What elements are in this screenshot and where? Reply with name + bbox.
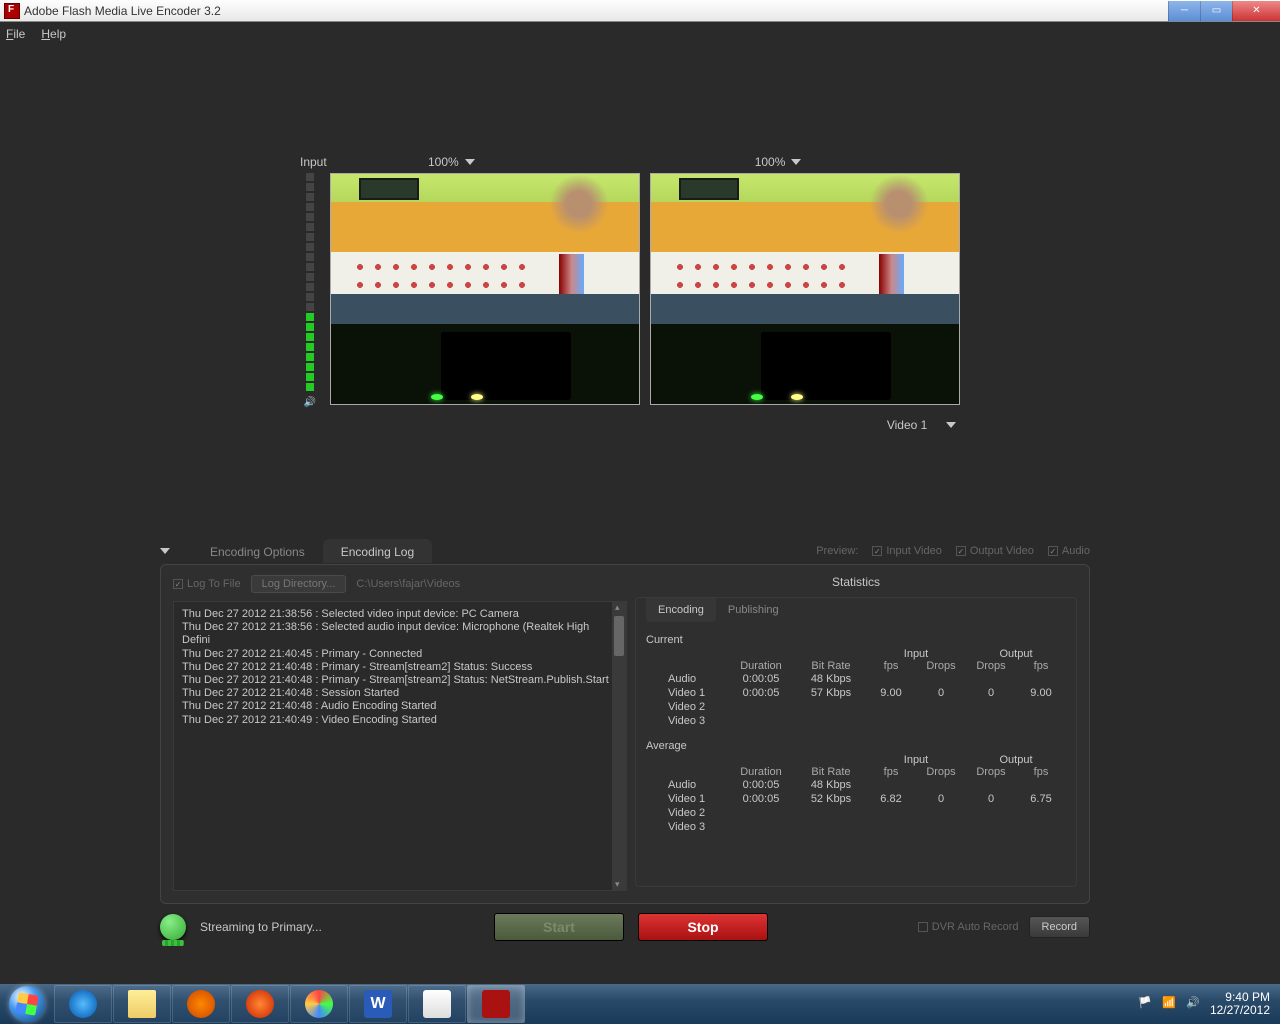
chk-audio[interactable]: ✓Audio [1048, 545, 1090, 557]
tab-encoding-options[interactable]: Encoding Options [192, 539, 323, 563]
control-bar: Streaming to Primary... Start Stop DVR A… [160, 910, 1090, 944]
tray-volume-icon[interactable]: 🔊 [1186, 996, 1202, 1012]
stats-row-avg-v2: Video 2 [646, 806, 1066, 820]
window-minimize-button[interactable]: ─ [1168, 1, 1200, 21]
stats-row-avg-v1: Video 1 0:00:0552 Kbps 6.820 06.75 [646, 792, 1066, 806]
input-zoom-select[interactable]: 100% [428, 155, 475, 169]
stats-row-avg-v3: Video 3 [646, 820, 1066, 834]
current-label: Current [646, 634, 1066, 646]
taskbar-firefox[interactable] [231, 985, 289, 1023]
taskbar-app1[interactable] [290, 985, 348, 1023]
menu-help[interactable]: Help [41, 27, 66, 41]
stats-row-current-v2: Video 2 [646, 700, 1066, 714]
taskbar-fmle[interactable] [467, 985, 525, 1023]
log-textarea[interactable]: Thu Dec 27 2012 21:38:56 : Selected vide… [173, 601, 627, 891]
log-line: Thu Dec 27 2012 21:38:56 : Selected audi… [182, 621, 618, 647]
preview-area: Input 100% 100% 🔊 [300, 155, 960, 432]
log-directory-button[interactable]: Log Directory... [251, 575, 347, 593]
speaker-icon: 🔊 [304, 397, 316, 408]
tray-flag-icon[interactable]: 🏳️ [1138, 996, 1154, 1012]
stats-row-current-audio: Audio 0:00:0548 Kbps [646, 672, 1066, 686]
status-text: Streaming to Primary... [200, 920, 480, 934]
stats-row-avg-audio: Audio 0:00:0548 Kbps [646, 778, 1066, 792]
output-video-preview [650, 173, 960, 405]
window-close-button[interactable]: ✕ [1232, 1, 1280, 21]
chk-log-to-file[interactable]: ✓Log To File [173, 578, 241, 590]
audio-level-meter: 🔊 [300, 173, 320, 410]
window-title: Adobe Flash Media Live Encoder 3.2 [24, 4, 1168, 18]
chevron-down-icon [791, 159, 801, 165]
output-zoom-select[interactable]: 100% [755, 155, 802, 169]
window-maximize-button[interactable]: ▭ [1200, 1, 1232, 21]
streaming-status-icon [160, 914, 186, 940]
record-button[interactable]: Record [1029, 916, 1090, 938]
start-button[interactable]: Start [494, 913, 624, 941]
log-line: Thu Dec 27 2012 21:40:48 : Audio Encodin… [182, 700, 618, 713]
tray-network-icon[interactable]: 📶 [1162, 996, 1178, 1012]
taskbar-media-player[interactable] [172, 985, 230, 1023]
average-label: Average [646, 740, 1066, 752]
taskbar-ie[interactable] [54, 985, 112, 1023]
chk-dvr-auto-record[interactable]: DVR Auto Record [918, 921, 1019, 933]
preview-label: Preview: [816, 545, 858, 557]
window-titlebar: Adobe Flash Media Live Encoder 3.2 ─ ▭ ✕ [0, 0, 1280, 22]
scrollbar[interactable] [612, 602, 626, 890]
log-line: Thu Dec 27 2012 21:40:48 : Primary - Str… [182, 661, 618, 674]
tab-stats-encoding[interactable]: Encoding [646, 598, 716, 622]
log-line: Thu Dec 27 2012 21:40:48 : Primary - Str… [182, 674, 618, 687]
taskbar-paint[interactable] [408, 985, 466, 1023]
chevron-down-icon [946, 422, 956, 428]
app-icon [4, 3, 20, 19]
statistics-title: Statistics [635, 575, 1077, 589]
stop-button[interactable]: Stop [638, 913, 768, 941]
start-button[interactable] [0, 984, 54, 1024]
encoding-panel: Encoding Options Encoding Log Preview: ✓… [160, 538, 1090, 904]
tab-stats-publishing[interactable]: Publishing [716, 598, 791, 622]
log-line: Thu Dec 27 2012 21:40:49 : Video Encodin… [182, 714, 618, 727]
taskbar-word[interactable]: W [349, 985, 407, 1023]
windows-taskbar: W 🏳️ 📶 🔊 9:40 PM 12/27/2012 [0, 984, 1280, 1024]
chevron-down-icon [465, 159, 475, 165]
input-video-preview [330, 173, 640, 405]
stats-row-current-v3: Video 3 [646, 714, 1066, 728]
stats-row-current-v1: Video 1 0:00:0557 Kbps 9.000 09.00 [646, 686, 1066, 700]
input-label: Input [300, 155, 420, 169]
output-video-select[interactable]: Video 1 [887, 418, 956, 432]
tab-encoding-log[interactable]: Encoding Log [323, 539, 432, 563]
tray-clock[interactable]: 9:40 PM 12/27/2012 [1210, 991, 1270, 1017]
log-line: Thu Dec 27 2012 21:40:48 : Session Start… [182, 687, 618, 700]
chk-input-video[interactable]: ✓Input Video [872, 545, 941, 557]
collapse-icon[interactable] [160, 548, 170, 554]
chk-output-video[interactable]: ✓Output Video [956, 545, 1034, 557]
menu-file[interactable]: File [6, 27, 25, 41]
log-path: C:\Users\fajar\Videos [356, 578, 460, 590]
taskbar-explorer[interactable] [113, 985, 171, 1023]
log-line: Thu Dec 27 2012 21:38:56 : Selected vide… [182, 608, 618, 621]
log-line: Thu Dec 27 2012 21:40:45 : Primary - Con… [182, 648, 618, 661]
menu-bar: File Help [0, 22, 1280, 46]
